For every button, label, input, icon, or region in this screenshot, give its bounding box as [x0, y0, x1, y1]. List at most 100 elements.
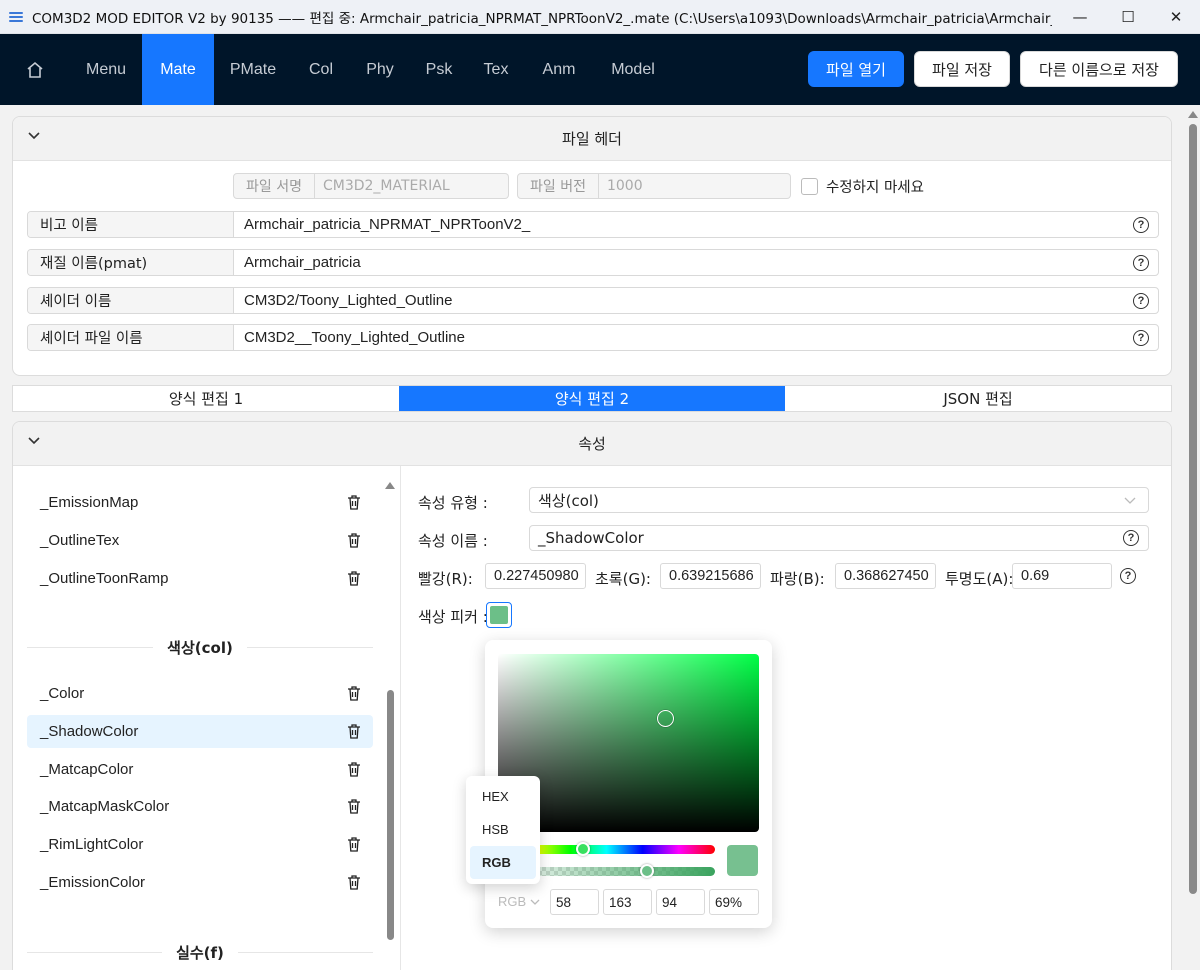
shader-name-label: 셰이더 이름 [28, 288, 234, 313]
window-title: COM3D2 MOD EDITOR V2 by 90135 —— 편집 중: A… [32, 10, 1052, 27]
tab-form-2[interactable]: 양식 편집 2 [399, 386, 785, 411]
scroll-up-icon[interactable] [1188, 111, 1198, 118]
file-header-title: 파일 헤더 [562, 130, 622, 148]
list-scroll-thumb[interactable] [387, 690, 394, 940]
properties-title: 속성 [578, 435, 606, 453]
window-scroll-thumb[interactable] [1189, 124, 1197, 894]
list-item[interactable]: _OutlineToonRamp [27, 562, 373, 595]
edit-mode-tabs: 양식 편집 1 양식 편집 2 JSON 편집 [12, 385, 1172, 412]
list-scrollbar[interactable] [385, 482, 395, 962]
nav-model[interactable]: Model [594, 34, 672, 105]
memo-name-row: 비고 이름 Armchair_patricia_NPRMAT_NPRToonV2… [27, 211, 1159, 238]
type-select[interactable]: 색상(col) [529, 487, 1149, 513]
tab-json[interactable]: JSON 편집 [785, 386, 1171, 411]
list-item[interactable]: _OutlineTex [27, 524, 373, 557]
minimize-icon[interactable]: — [1056, 0, 1104, 34]
tab-form-1[interactable]: 양식 편집 1 [13, 386, 399, 411]
list-item[interactable]: _RimLightColor [27, 828, 373, 861]
trash-icon[interactable] [347, 533, 361, 548]
material-name-row: 재질 이름(pmat) Armchair_patricia ? [27, 249, 1159, 276]
group-col-divider: 색상(col) [27, 636, 373, 658]
file-header-panel: 파일 헤더 파일 서명 CM3D2_MATERIAL 파일 버전 1000 수정… [12, 116, 1172, 376]
format-option-hsb[interactable]: HSB [470, 813, 536, 846]
list-item[interactable]: _MatcapColor [27, 753, 373, 786]
format-option-hex[interactable]: HEX [470, 780, 536, 813]
nav-mate[interactable]: Mate [142, 34, 214, 105]
maximize-icon[interactable]: ☐ [1104, 0, 1152, 34]
open-file-button[interactable]: 파일 열기 [808, 51, 904, 87]
nav-pmate[interactable]: PMate [214, 34, 292, 105]
help-icon[interactable]: ? [1133, 254, 1149, 271]
nav-tex[interactable]: Tex [468, 34, 524, 105]
blue-input[interactable]: 0.368627450 [835, 563, 936, 589]
save-file-button[interactable]: 파일 저장 [914, 51, 1010, 87]
save-as-button[interactable]: 다른 이름으로 저장 [1020, 51, 1178, 87]
trash-icon[interactable] [347, 875, 361, 890]
properties-toggle[interactable]: 속성 [13, 422, 1171, 466]
chevron-down-icon [28, 437, 40, 445]
nav-psk[interactable]: Psk [410, 34, 468, 105]
nav-phy[interactable]: Phy [350, 34, 410, 105]
material-name-input[interactable]: Armchair_patricia [234, 250, 1124, 275]
alpha-label: 투명도(A): [945, 570, 1014, 588]
home-icon [27, 61, 43, 78]
trash-icon[interactable] [347, 686, 361, 701]
help-icon[interactable]: ? [1120, 568, 1136, 584]
trash-icon[interactable] [347, 724, 361, 739]
format-option-rgb[interactable]: RGB [470, 846, 536, 879]
group-float-divider: 실수(f) [27, 941, 373, 963]
app-menu-icon[interactable] [9, 11, 23, 22]
property-list: _EmissionMap _OutlineTex _OutlineToonRam… [13, 466, 401, 970]
format-dropdown-menu: HEX HSB RGB [466, 776, 540, 884]
shader-name-row: 셰이더 이름 CM3D2/Toony_Lighted_Outline ? [27, 287, 1159, 314]
help-icon[interactable]: ? [1133, 329, 1149, 346]
signature-label: 파일 서명 [233, 173, 315, 199]
red-label: 빨강(R): [418, 570, 473, 588]
home-button[interactable] [0, 34, 70, 105]
window-scrollbar[interactable] [1187, 108, 1198, 970]
list-item[interactable]: _MatcapMaskColor [27, 790, 373, 823]
trash-icon[interactable] [347, 571, 361, 586]
color-swatch-button[interactable] [486, 602, 512, 628]
name-input[interactable]: _ShadowColor ? [529, 525, 1149, 551]
readonly-label: 수정하지 마세요 [825, 179, 924, 196]
list-item[interactable]: _EmissionColor [27, 866, 373, 899]
close-icon[interactable]: ✕ [1152, 0, 1200, 34]
red-input[interactable]: 0.227450980 [485, 563, 586, 589]
shader-name-input[interactable]: CM3D2/Toony_Lighted_Outline [234, 288, 1124, 313]
alpha-handle[interactable] [640, 864, 654, 878]
alpha-input[interactable]: 0.69 [1012, 563, 1112, 589]
shader-file-row: 셰이더 파일 이름 CM3D2__Toony_Lighted_Outline ? [27, 324, 1159, 351]
trash-icon[interactable] [347, 495, 361, 510]
scroll-up-icon[interactable] [385, 482, 395, 489]
nav-anm[interactable]: Anm [524, 34, 594, 105]
green-input[interactable]: 0.639215686 [660, 563, 761, 589]
picker-g-input[interactable]: 163 [603, 889, 652, 915]
list-item[interactable]: _EmissionMap [27, 486, 373, 519]
hue-handle[interactable] [576, 842, 590, 856]
top-nav: Menu Mate PMate Col Phy Psk Tex Anm Mode… [0, 34, 1200, 105]
list-item[interactable]: _Color [27, 677, 373, 710]
trash-icon[interactable] [347, 837, 361, 852]
list-item-selected[interactable]: _ShadowColor [27, 715, 373, 748]
memo-name-input[interactable]: Armchair_patricia_NPRMAT_NPRToonV2_ [234, 212, 1124, 237]
format-select[interactable]: RGB [498, 894, 540, 909]
picker-a-input[interactable]: 69% [709, 889, 759, 915]
green-label: 초록(G): [595, 570, 651, 588]
readonly-checkbox[interactable] [800, 177, 818, 195]
trash-icon[interactable] [347, 762, 361, 777]
help-icon[interactable]: ? [1133, 216, 1149, 233]
help-icon[interactable]: ? [1123, 530, 1139, 546]
picker-r-input[interactable]: 58 [550, 889, 599, 915]
trash-icon[interactable] [347, 799, 361, 814]
sv-handle[interactable] [657, 710, 674, 727]
type-label: 속성 유형 : [418, 494, 488, 512]
file-header-toggle[interactable]: 파일 헤더 [13, 117, 1171, 161]
picker-b-input[interactable]: 94 [656, 889, 705, 915]
picker-label: 색상 피커 : [418, 608, 488, 626]
shader-file-input[interactable]: CM3D2__Toony_Lighted_Outline [234, 325, 1124, 350]
chevron-down-icon [28, 132, 40, 140]
help-icon[interactable]: ? [1133, 292, 1149, 309]
nav-menu[interactable]: Menu [70, 34, 142, 105]
nav-col[interactable]: Col [292, 34, 350, 105]
